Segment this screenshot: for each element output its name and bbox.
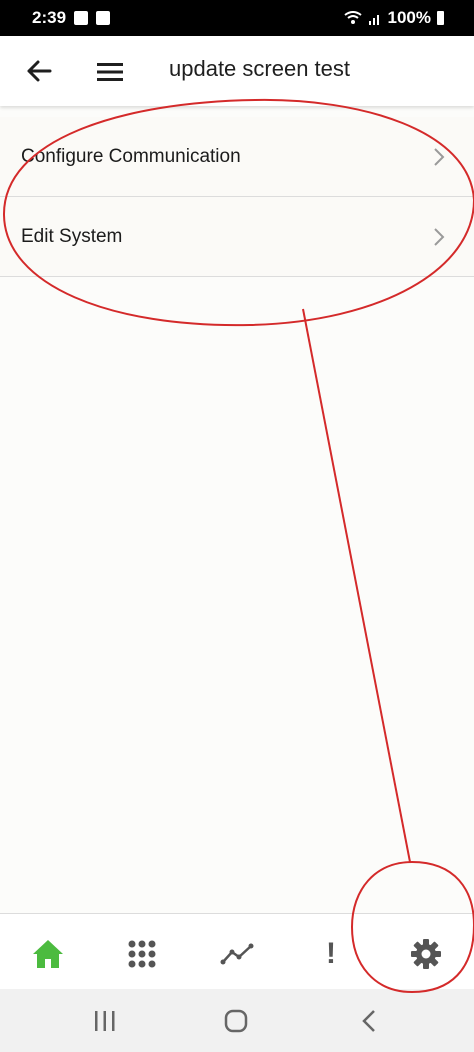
wifi-icon	[343, 11, 362, 24]
grid-dots-icon	[128, 940, 156, 968]
hamburger-menu-icon[interactable]	[96, 58, 124, 86]
outlook-notification-icon	[96, 11, 111, 25]
nav-settings-button[interactable]	[406, 934, 446, 974]
teams-notification-icon	[74, 11, 89, 25]
back-arrow-icon[interactable]	[24, 56, 54, 86]
settings-list: Configure Communication Edit System	[0, 117, 474, 277]
list-item-label: Edit System	[21, 226, 123, 247]
app-bar: update screen test	[0, 36, 474, 106]
home-icon	[33, 940, 63, 968]
system-nav-bar	[0, 989, 474, 1052]
chevron-right-icon	[434, 228, 445, 246]
annotation-connector-line	[302, 308, 411, 863]
bottom-nav: !	[0, 913, 474, 989]
list-item-configure-communication[interactable]: Configure Communication	[0, 117, 474, 197]
page-title: update screen test	[169, 56, 351, 81]
battery-percent: 100%	[387, 8, 431, 27]
chevron-right-icon	[434, 148, 445, 166]
recents-icon[interactable]	[91, 1007, 119, 1035]
battery-icon	[437, 11, 444, 25]
status-time: 2:39	[32, 8, 67, 27]
exclamation-icon: !	[326, 937, 336, 970]
back-chevron-icon[interactable]	[356, 1007, 384, 1035]
status-right: 100%	[343, 8, 444, 28]
trend-line-icon	[220, 943, 254, 965]
nav-trends-button[interactable]	[217, 934, 257, 974]
nav-apps-button[interactable]	[122, 934, 162, 974]
list-item-edit-system[interactable]: Edit System	[0, 197, 474, 277]
nav-alerts-button[interactable]: !	[311, 934, 351, 974]
nav-home-button[interactable]	[28, 934, 68, 974]
signal-icon	[368, 15, 379, 25]
home-circle-icon[interactable]	[222, 1007, 250, 1035]
gear-icon	[411, 939, 441, 969]
status-bar: 2:39 100%	[0, 0, 474, 36]
status-left: 2:39	[32, 8, 111, 28]
list-item-label: Configure Communication	[21, 146, 241, 167]
